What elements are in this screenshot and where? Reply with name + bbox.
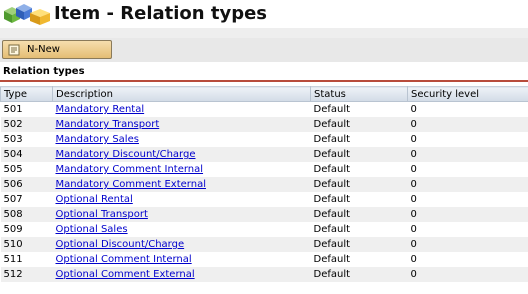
description-link[interactable]: Optional Comment External bbox=[56, 269, 195, 280]
description-link[interactable]: Mandatory Comment External bbox=[56, 179, 206, 190]
description-link[interactable]: Mandatory Transport bbox=[56, 119, 160, 130]
cell-security-level: 0 bbox=[407, 101, 528, 117]
cell-type: 503 bbox=[0, 132, 53, 147]
cell-security-level: 0 bbox=[407, 237, 528, 252]
table-row: 509 Optional Sales Default 0 bbox=[0, 222, 528, 237]
section-title: Relation types bbox=[3, 66, 85, 77]
table-row: 512 Optional Comment External Default 0 bbox=[0, 267, 528, 282]
new-button[interactable]: N-New bbox=[2, 40, 112, 59]
cell-status: Default bbox=[310, 147, 408, 162]
cell-status: Default bbox=[310, 132, 408, 147]
relation-types-table: Type Description Status Security level 5… bbox=[0, 86, 528, 282]
new-button-label: N-New bbox=[27, 44, 60, 55]
cell-type: 508 bbox=[0, 207, 53, 222]
cell-status: Default bbox=[310, 117, 408, 132]
new-document-icon bbox=[8, 44, 20, 56]
cell-description: Optional Comment External bbox=[52, 267, 311, 282]
cell-security-level: 0 bbox=[407, 147, 528, 162]
table-row: 506 Mandatory Comment External Default 0 bbox=[0, 177, 528, 192]
table-row: 505 Mandatory Comment Internal Default 0 bbox=[0, 162, 528, 177]
cell-security-level: 0 bbox=[407, 222, 528, 237]
cell-security-level: 0 bbox=[407, 192, 528, 207]
section-header: Relation types bbox=[0, 62, 528, 82]
cell-description: Mandatory Transport bbox=[52, 117, 311, 132]
cell-description: Optional Sales bbox=[52, 222, 311, 237]
cell-security-level: 0 bbox=[407, 117, 528, 132]
cell-security-level: 0 bbox=[407, 252, 528, 267]
cell-status: Default bbox=[310, 267, 408, 282]
table-header-row: Type Description Status Security level bbox=[0, 86, 528, 102]
description-link[interactable]: Optional Transport bbox=[56, 209, 148, 220]
cell-type: 501 bbox=[0, 101, 53, 117]
cell-status: Default bbox=[310, 237, 408, 252]
cell-description: Mandatory Comment External bbox=[52, 177, 311, 192]
table-row: 503 Mandatory Sales Default 0 bbox=[0, 132, 528, 147]
header-separator bbox=[0, 28, 528, 38]
cell-security-level: 0 bbox=[407, 177, 528, 192]
description-link[interactable]: Mandatory Rental bbox=[56, 104, 145, 115]
cell-security-level: 0 bbox=[407, 162, 528, 177]
table-row: 504 Mandatory Discount/Charge Default 0 bbox=[0, 147, 528, 162]
cell-type: 510 bbox=[0, 237, 53, 252]
toolbar: N-New bbox=[0, 38, 528, 62]
column-header-security-level[interactable]: Security level bbox=[407, 86, 528, 102]
cell-type: 507 bbox=[0, 192, 53, 207]
description-link[interactable]: Optional Rental bbox=[56, 194, 133, 205]
page-title: Item - Relation types bbox=[54, 3, 268, 24]
cell-description: Optional Transport bbox=[52, 207, 311, 222]
table-row: 501 Mandatory Rental Default 0 bbox=[0, 101, 528, 117]
description-link[interactable]: Optional Comment Internal bbox=[56, 254, 192, 265]
cell-type: 511 bbox=[0, 252, 53, 267]
cell-description: Optional Discount/Charge bbox=[52, 237, 311, 252]
table-row: 508 Optional Transport Default 0 bbox=[0, 207, 528, 222]
cubes-icon bbox=[4, 4, 50, 25]
description-link[interactable]: Mandatory Comment Internal bbox=[56, 164, 204, 175]
cell-type: 504 bbox=[0, 147, 53, 162]
cell-type: 512 bbox=[0, 267, 53, 282]
description-link[interactable]: Mandatory Sales bbox=[56, 134, 139, 145]
cell-description: Mandatory Rental bbox=[52, 101, 311, 117]
cell-status: Default bbox=[310, 192, 408, 207]
cell-status: Default bbox=[310, 162, 408, 177]
table-row: 507 Optional Rental Default 0 bbox=[0, 192, 528, 207]
cell-description: Mandatory Discount/Charge bbox=[52, 147, 311, 162]
cell-description: Mandatory Sales bbox=[52, 132, 311, 147]
cell-type: 505 bbox=[0, 162, 53, 177]
cell-status: Default bbox=[310, 101, 408, 117]
cell-description: Optional Rental bbox=[52, 192, 311, 207]
cell-status: Default bbox=[310, 177, 408, 192]
column-header-status[interactable]: Status bbox=[310, 86, 408, 102]
table-row: 511 Optional Comment Internal Default 0 bbox=[0, 252, 528, 267]
cell-type: 502 bbox=[0, 117, 53, 132]
table-row: 502 Mandatory Transport Default 0 bbox=[0, 117, 528, 132]
column-header-type[interactable]: Type bbox=[0, 86, 53, 102]
cell-status: Default bbox=[310, 222, 408, 237]
cell-security-level: 0 bbox=[407, 267, 528, 282]
table-row: 510 Optional Discount/Charge Default 0 bbox=[0, 237, 528, 252]
description-link[interactable]: Optional Discount/Charge bbox=[56, 239, 185, 250]
cell-type: 509 bbox=[0, 222, 53, 237]
cell-status: Default bbox=[310, 207, 408, 222]
title-bar: Item - Relation types bbox=[0, 0, 528, 28]
description-link[interactable]: Optional Sales bbox=[56, 224, 128, 235]
description-link[interactable]: Mandatory Discount/Charge bbox=[56, 149, 196, 160]
cell-description: Optional Comment Internal bbox=[52, 252, 311, 267]
cell-type: 506 bbox=[0, 177, 53, 192]
column-header-description[interactable]: Description bbox=[52, 86, 311, 102]
cell-security-level: 0 bbox=[407, 207, 528, 222]
cell-description: Mandatory Comment Internal bbox=[52, 162, 311, 177]
cell-security-level: 0 bbox=[407, 132, 528, 147]
cell-status: Default bbox=[310, 252, 408, 267]
